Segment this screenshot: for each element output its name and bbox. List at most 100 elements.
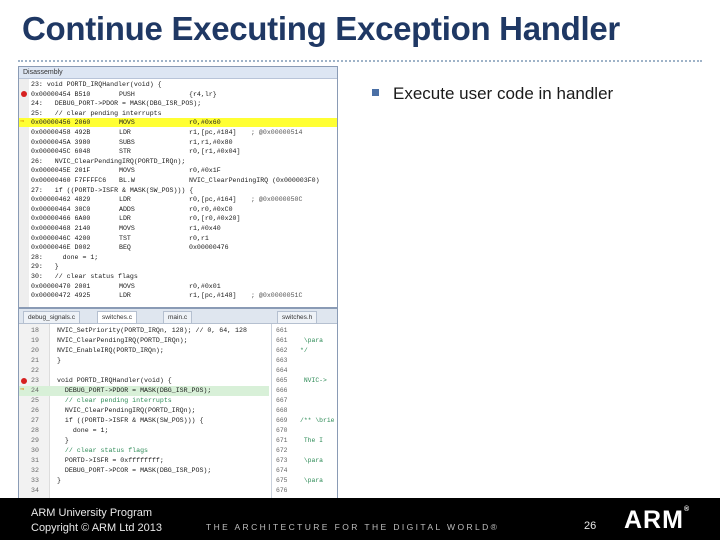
- disassembly-line[interactable]: 0x00000458 492B LDR r1,[pc,#184] ; @0x00000…: [19, 128, 337, 137]
- breakpoint-icon[interactable]: [21, 91, 27, 98]
- address-opcode: 0x0000045C 6048: [31, 148, 91, 156]
- source-text: 29: }: [31, 263, 59, 271]
- source-text: 26: NVIC_ClearPendingIRQ(PORTD_IRQn);: [31, 157, 186, 165]
- source-text: 28: done = 1;: [31, 253, 99, 261]
- disassembly-line[interactable]: 0x00000466 6A00 LDR r0,[r0,#0x20]: [19, 214, 337, 223]
- editor-line[interactable]: 33}: [19, 476, 269, 486]
- line-number: 667: [276, 397, 288, 404]
- editor-line[interactable]: 27 if ((PORTD->ISFR & MASK(SW_POS))) {: [19, 416, 269, 426]
- disassembly-line[interactable]: 0x0000046E D002 BEQ 0x00000476: [19, 243, 337, 252]
- instruction-mnemonic: MOVS: [119, 167, 135, 175]
- disassembly-line[interactable]: 0x00000454 B510 PUSH {r4,lr}: [19, 90, 337, 99]
- right-pane-line[interactable]: 670: [272, 426, 337, 436]
- disassembly-line[interactable]: 27: if ((PORTD->ISFR & MASK(SW_POS))) {: [19, 186, 337, 195]
- right-pane-line[interactable]: 668: [272, 406, 337, 416]
- tab-main-c[interactable]: main.c: [163, 311, 193, 323]
- editor-line[interactable]: 31 PORTD->ISFR = 0xffffffff;: [19, 456, 269, 466]
- footer-bar: ARM University Program Copyright © ARM L…: [0, 498, 720, 540]
- instruction-mnemonic: MOVS: [119, 225, 135, 232]
- title-divider: [18, 60, 702, 62]
- code-text: PORTD->ISFR = 0xffffffff;: [57, 457, 164, 464]
- source-text: 23: void PORTD_IRQHandler(void) {: [31, 81, 162, 88]
- address-opcode: 0x0000045E 201F: [31, 167, 91, 175]
- source-text: 30: // clear status flags: [31, 273, 138, 280]
- code-text: \para: [300, 337, 324, 344]
- editor-line[interactable]: 19 NVIC_ClearPendingIRQ(PORTD_IRQn);: [19, 336, 269, 346]
- right-pane-line[interactable]: 667: [272, 396, 337, 406]
- instruction-operands: r0,[r1,#0x04]: [189, 148, 241, 156]
- disassembly-line[interactable]: 0x0000046C 4200 TST r0,r1: [19, 234, 337, 243]
- disassembly-line[interactable]: 23: void PORTD_IRQHandler(void) {: [19, 80, 337, 89]
- editor-line[interactable]: 21}: [19, 356, 269, 366]
- instruction-operands: r0,#0x60: [189, 119, 221, 127]
- disassembly-line[interactable]: 28: done = 1;: [19, 253, 337, 262]
- line-number: 661: [276, 337, 288, 344]
- line-number: 23: [31, 377, 39, 384]
- right-pane-line[interactable]: 665 NVIC->: [272, 376, 337, 386]
- right-pane-line[interactable]: 661 \para: [272, 336, 337, 346]
- right-pane-line[interactable]: 671 The I: [272, 436, 337, 446]
- disassembly-line[interactable]: 0x0000045C 6048 STR r0,[r1,#0x04]: [19, 147, 337, 156]
- right-pane-line[interactable]: 666: [272, 386, 337, 396]
- editor-line[interactable]: 28 done = 1;: [19, 426, 269, 436]
- code-text: void PORTD_IRQHandler(void) {: [57, 377, 172, 384]
- disassembly-window[interactable]: Disassembly 23: void PORTD_IRQHandler(vo…: [18, 66, 338, 308]
- editor-line[interactable]: 18 NVIC_SetPriority(PORTD_IRQn, 128); // …: [19, 326, 269, 336]
- disassembly-line[interactable]: 0x00000460 F7FFFFC6 BL.W NVIC_ClearPending…: [19, 176, 337, 185]
- disassembly-line[interactable]: 30: // clear status flags: [19, 272, 337, 281]
- editor-line[interactable]: 24 DEBUG_PORT->PDOR = MASK(DBG_ISR_POS);…: [19, 386, 269, 396]
- editor-line[interactable]: 34: [19, 486, 269, 496]
- editor-line[interactable]: 20 NVIC_EnableIRQ(PORTD_IRQn);: [19, 346, 269, 356]
- instruction-mnemonic: TST: [119, 234, 131, 242]
- address-opcode: 0x00000456 2060: [31, 119, 91, 127]
- editor-line[interactable]: 30 // clear status flags: [19, 446, 269, 456]
- disassembly-line[interactable]: 24: DEBUG_PORT->PDOR = MASK(DBG_ISR_POS)…: [19, 99, 337, 108]
- tab-debug-signals[interactable]: debug_signals.c: [23, 311, 80, 323]
- right-pane-line[interactable]: 669 /** \brie: [272, 416, 337, 426]
- code-text: */: [300, 347, 308, 354]
- right-pane-line[interactable]: 674: [272, 466, 337, 476]
- tab-switches-c[interactable]: switches.c: [97, 311, 137, 323]
- right-pane-line[interactable]: 664: [272, 366, 337, 376]
- code-text: DEBUG_PORT->PCOR = MASK(DBG_ISR_POS);: [57, 467, 212, 474]
- source-editor-window[interactable]: debug_signals.c switches.c main.c switch…: [18, 308, 338, 500]
- instruction-operands: r0,[pc,#164]: [189, 196, 237, 204]
- code-text: NVIC_SetPriority(PORTD_IRQn, 128); // 0,…: [57, 327, 247, 334]
- code-text: NVIC_EnableIRQ(PORTD_IRQn);: [57, 347, 164, 354]
- editor-line[interactable]: 32 DEBUG_PORT->PCOR = MASK(DBG_ISR_POS);: [19, 466, 269, 476]
- source-text: 25: // clear pending interrupts: [31, 109, 162, 117]
- disassembly-line[interactable]: 29: }: [19, 262, 337, 271]
- line-number: 674: [276, 467, 288, 474]
- instruction-mnemonic: LDR: [119, 196, 131, 204]
- editor-line[interactable]: 26 NVIC_ClearPendingIRQ(PORTD_IRQn);: [19, 406, 269, 416]
- editor-line[interactable]: 22: [19, 366, 269, 376]
- right-pane-line[interactable]: 672: [272, 446, 337, 456]
- tab-switches-h[interactable]: switches.h: [277, 311, 318, 323]
- disassembly-line[interactable]: 25: // clear pending interrupts: [19, 109, 337, 118]
- disassembly-line[interactable]: 0x00000468 2140 MOVS r1,#0x40: [19, 224, 337, 233]
- editor-line[interactable]: 23 void PORTD_IRQHandler(void) {: [19, 376, 269, 386]
- right-pane-line[interactable]: 662 */: [272, 346, 337, 356]
- instruction-operands: r0,#0x01: [189, 282, 221, 290]
- right-pane-line[interactable]: 675 \para: [272, 476, 337, 486]
- right-pane-line[interactable]: 676: [272, 486, 337, 496]
- code-text: NVIC_ClearPendingIRQ(PORTD_IRQn);: [57, 337, 188, 344]
- right-pane-line[interactable]: 673 \para: [272, 456, 337, 466]
- disassembly-line[interactable]: 26: NVIC_ClearPendingIRQ(PORTD_IRQn);: [19, 157, 337, 166]
- instruction-operands: 0x00000476: [189, 244, 229, 252]
- disassembly-line[interactable]: 0x00000472 4925 LDR r1,[pc,#148] ; @0x00000…: [19, 291, 337, 300]
- right-pane-line[interactable]: 661: [272, 326, 337, 336]
- source-text: 24: DEBUG_PORT->PDOR = MASK(DBG_ISR_POS)…: [31, 100, 202, 108]
- disassembly-line[interactable]: 0x0000045E 201F MOVS r0,#0x1F: [19, 166, 337, 175]
- editor-line[interactable]: 25 // clear pending interrupts: [19, 396, 269, 406]
- editor-line[interactable]: 29 }: [19, 436, 269, 446]
- disassembly-line[interactable]: 0x00000462 4829 LDR r0,[pc,#164] ; @0x00000…: [19, 195, 337, 204]
- breakpoint-icon[interactable]: [21, 378, 27, 384]
- right-pane-line[interactable]: 663: [272, 356, 337, 366]
- disassembly-line[interactable]: 0x00000464 30C0 ADDS r0,r0,#0xC0: [19, 205, 337, 214]
- disassembly-line[interactable]: 0x00000470 2001 MOVS r0,#0x01: [19, 282, 337, 291]
- disassembly-line[interactable]: 0x0000045A 3980 SUBS r1,r1,#0x80: [19, 138, 337, 147]
- disassembly-line[interactable]: 0x00000456 2060 MOVS r0,#0x60 ⇒: [19, 118, 337, 128]
- instruction-operands: r1,[pc,#148]: [189, 292, 237, 300]
- code-text: NVIC_ClearPendingIRQ(PORTD_IRQn);: [57, 407, 196, 414]
